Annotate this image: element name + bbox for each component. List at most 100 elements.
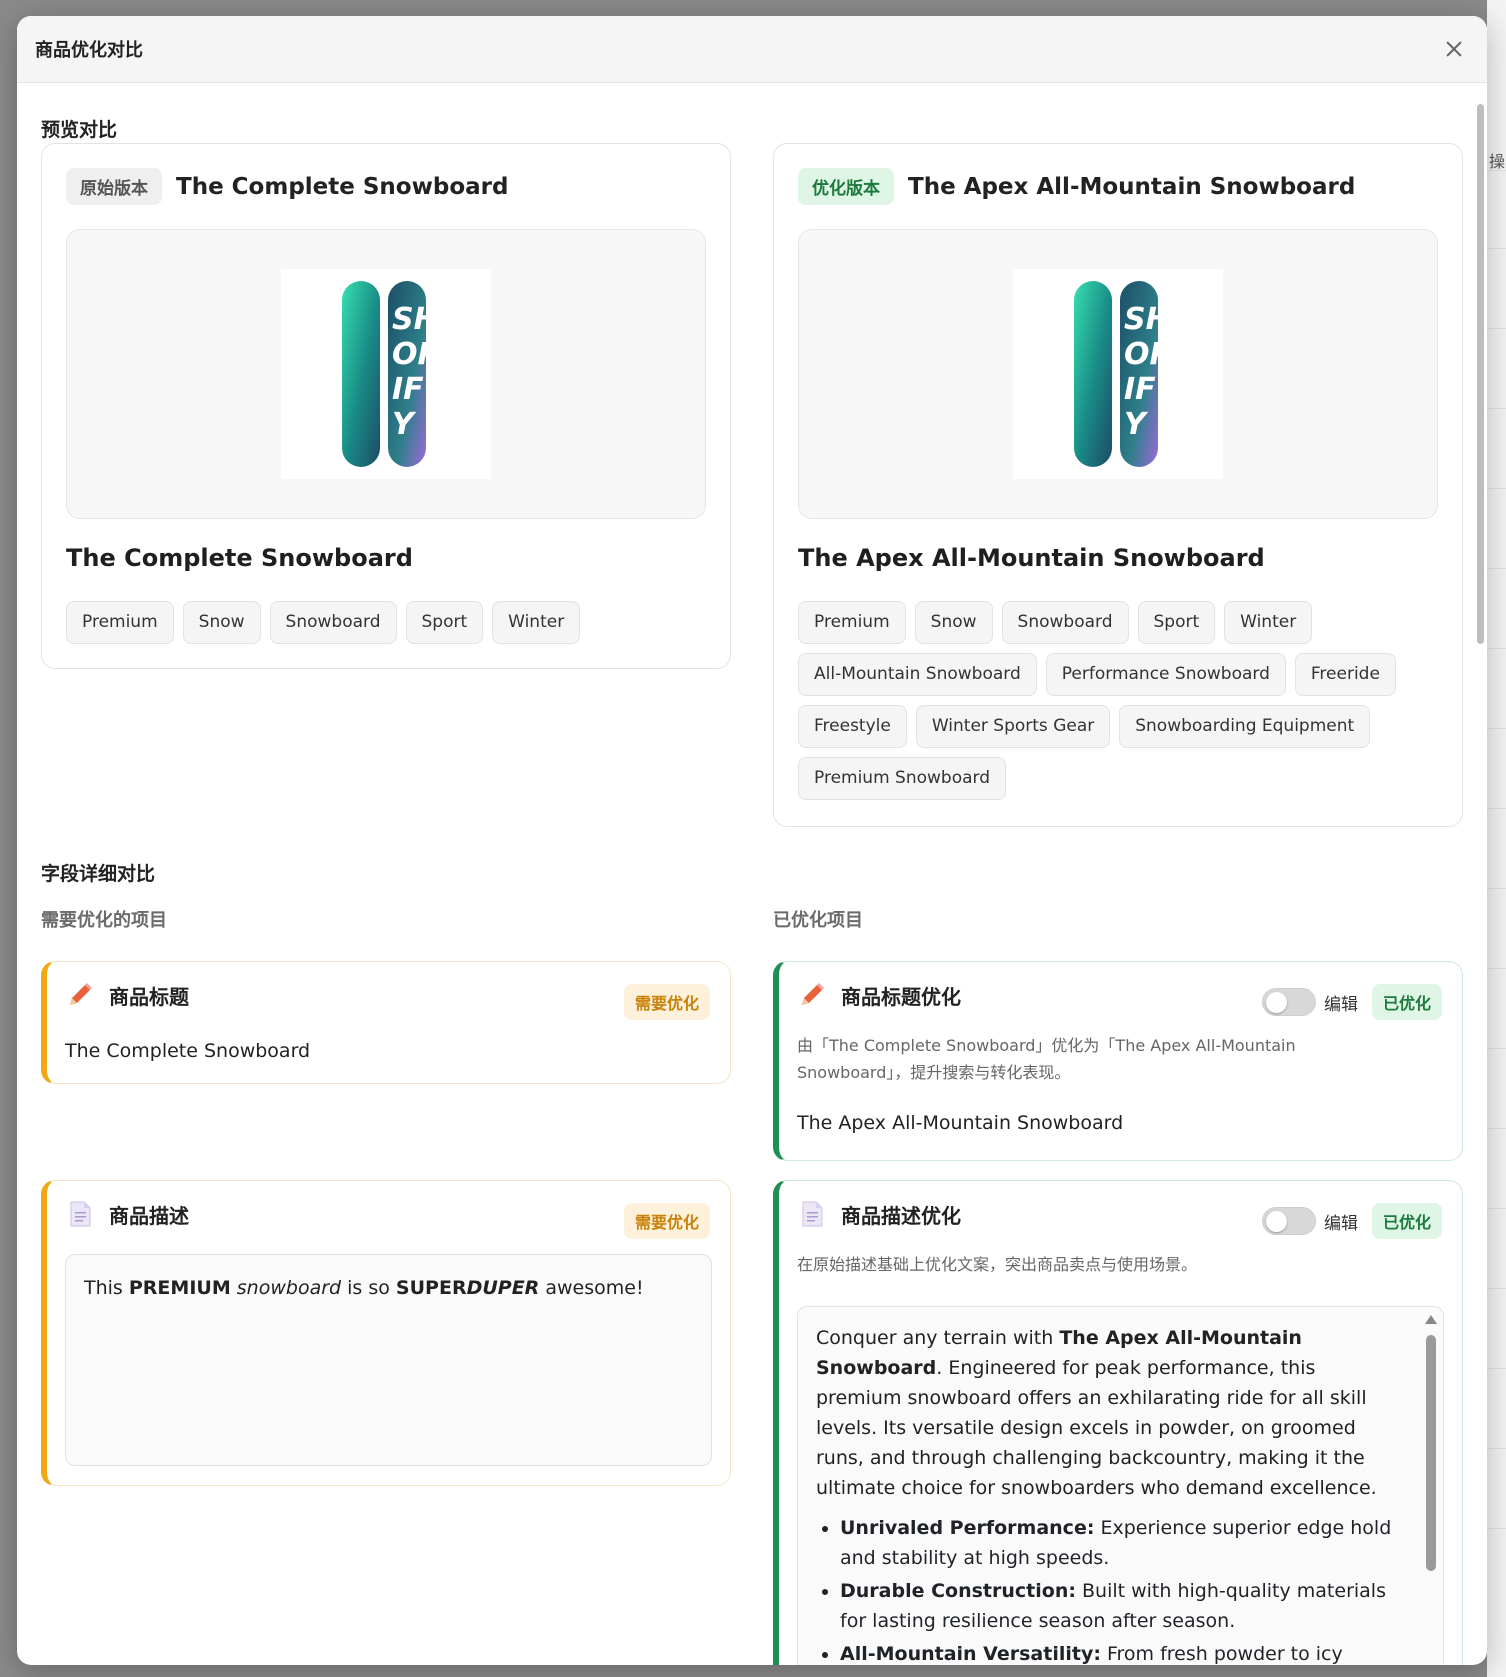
background-row-divider xyxy=(1487,1048,1506,1049)
feature-item: All-Mountain Versatility: From fresh pow… xyxy=(840,1639,1399,1665)
tag-chip: Premium Snowboard xyxy=(798,757,1007,800)
edit-toggle[interactable] xyxy=(1261,988,1316,1016)
desc-text-italic: snowboard xyxy=(236,1277,342,1299)
title-original-head: 商品标题 xyxy=(65,980,189,1010)
background-row-divider xyxy=(1487,170,1506,171)
optimized-image-frame: SH OP IF Y xyxy=(798,229,1438,519)
tag-chip: Snow xyxy=(182,601,261,644)
background-row-divider xyxy=(1487,1128,1506,1129)
desc-original-card: 商品描述 需要优化 This PREMIUM snowboard is so S… xyxy=(41,1180,731,1486)
tag-chip: Sport xyxy=(405,601,484,644)
optimized-tags: Premium Snow Snowboard Sport Winter All-Mount… xyxy=(798,601,1438,800)
background-row-divider xyxy=(1487,1528,1506,1529)
pencil-icon xyxy=(797,980,827,1010)
background-row-divider xyxy=(1487,1208,1506,1209)
needs-optimization-badge: 需要优化 xyxy=(623,984,710,1020)
preview-section-title: 预览对比 xyxy=(41,119,118,141)
title-original-value: The Complete Snowboard xyxy=(65,1040,311,1062)
feature-title: All-Mountain Versatility: xyxy=(840,1643,1101,1665)
background-row-divider xyxy=(1487,488,1506,489)
tag-chip: Sport xyxy=(1137,601,1216,644)
desc-optimized-box[interactable]: Conquer any terrain with The Apex All-Mo… xyxy=(797,1306,1444,1665)
background-column-header: 操 xyxy=(1489,152,1506,171)
original-tags: Premium Snow Snowboard Sport Winter xyxy=(66,601,706,644)
tag-chip: Snowboard xyxy=(269,601,397,644)
background-row-divider xyxy=(1487,1288,1506,1289)
desc-scrollbar[interactable] xyxy=(1423,1311,1439,1665)
title-optimized-head: 商品标题优化 xyxy=(797,980,961,1010)
desc-text-bold: PREMIUM xyxy=(128,1277,231,1299)
svg-text:SH: SH xyxy=(392,302,436,337)
desc-original-box: This PREMIUM snowboard is so SUPERDUPER … xyxy=(65,1254,712,1466)
desc-optimized-controls: 编辑 已优化 xyxy=(1261,1203,1442,1239)
svg-text:OP: OP xyxy=(1124,337,1168,372)
pencil-icon xyxy=(65,980,95,1010)
snowboard-image-graphic: SH OP IF Y xyxy=(342,281,436,467)
feature-title: Unrivaled Performance: xyxy=(840,1517,1095,1539)
svg-text:SH: SH xyxy=(1124,302,1168,337)
field-section-title: 字段详细对比 xyxy=(41,863,156,885)
tag-chip: Snowboard xyxy=(1001,601,1129,644)
background-row-divider xyxy=(1487,968,1506,969)
optimized-product-name: The Apex All-Mountain Snowboard xyxy=(798,544,1265,572)
original-card-head: 原始版本 The Complete Snowboard xyxy=(66,168,508,205)
feature-item: Durable Construction: Built with high-qu… xyxy=(840,1576,1399,1636)
modal-scrollbar-thumb[interactable] xyxy=(1477,104,1484,644)
background-row-divider xyxy=(1487,728,1506,729)
optimized-preview-card: 优化版本 The Apex All-Mountain Snowboard SH … xyxy=(773,143,1463,827)
svg-text:IF: IF xyxy=(1124,372,1156,407)
title-optimized-card: 商品标题优化 编辑 已优化 由「The Complete Snowboard」优… xyxy=(773,961,1463,1161)
tag-chip: Winter Sports Gear xyxy=(915,705,1111,748)
background-row-divider xyxy=(1487,328,1506,329)
snowboard-image: SH OP IF Y xyxy=(281,269,491,479)
tag-chip: Snowboarding Equipment xyxy=(1119,705,1371,748)
toggle-knob xyxy=(1265,1211,1287,1232)
compare-modal: 商品优化对比 预览对比 原始版本 The Complete Snowboard xyxy=(17,16,1487,1665)
svg-text:Y: Y xyxy=(392,407,417,442)
svg-text:OP: OP xyxy=(392,337,436,372)
background-row-divider xyxy=(1487,408,1506,409)
modal-header: 商品优化对比 xyxy=(17,16,1487,83)
tag-chip: Winter xyxy=(492,601,581,644)
svg-text:Y: Y xyxy=(1124,407,1149,442)
svg-text:IF: IF xyxy=(392,372,424,407)
edit-label: 编辑 xyxy=(1323,1213,1358,1234)
original-head-title: The Complete Snowboard xyxy=(176,173,509,200)
background-row-divider xyxy=(1487,568,1506,569)
document-icon xyxy=(797,1199,827,1229)
optimized-badge: 已优化 xyxy=(1371,1203,1442,1239)
desc-optimized-card: 商品描述优化 编辑 已优化 在原始描述基础上优化文案，突出商品卖点与使用场景。 … xyxy=(773,1180,1463,1665)
title-optimized-label: 商品标题优化 xyxy=(841,984,961,1009)
desc-optimized-head: 商品描述优化 xyxy=(797,1199,961,1229)
desc-original-text: This PREMIUM snowboard is so SUPERDUPER … xyxy=(84,1273,693,1303)
intro-text: Conquer any terrain with xyxy=(816,1327,1060,1349)
desc-original-head: 商品描述 xyxy=(65,1199,189,1229)
feature-list: Unrivaled Performance: Experience superi… xyxy=(816,1513,1399,1665)
edit-label: 编辑 xyxy=(1323,994,1358,1015)
title-optimized-value: The Apex All-Mountain Snowboard xyxy=(797,1112,1124,1134)
desc-text-part: is so xyxy=(341,1277,396,1299)
feature-item: Unrivaled Performance: Experience superi… xyxy=(840,1513,1399,1573)
desc-text-part: awesome! xyxy=(539,1277,644,1299)
desc-optimized-label: 商品描述优化 xyxy=(841,1203,961,1228)
optimized-version-badge: 优化版本 xyxy=(798,168,894,205)
desc-text-part: This xyxy=(84,1277,129,1299)
tag-chip: Premium xyxy=(66,601,174,644)
background-row-divider xyxy=(1487,1448,1506,1449)
background-row-divider xyxy=(1487,248,1506,249)
tag-chip: All-Mountain Snowboard xyxy=(798,653,1037,696)
desc-text-bold-italic: DUPER xyxy=(466,1277,540,1299)
tag-chip: Snow xyxy=(914,601,993,644)
original-version-badge: 原始版本 xyxy=(66,168,162,205)
desc-scrollbar-thumb[interactable] xyxy=(1426,1335,1436,1571)
original-product-name: The Complete Snowboard xyxy=(66,544,413,572)
background-row-divider xyxy=(1487,808,1506,809)
tag-chip: Performance Snowboard xyxy=(1045,653,1286,696)
modal-scrollbar[interactable] xyxy=(1475,88,1485,1660)
title-optimized-controls: 编辑 已优化 xyxy=(1261,984,1442,1020)
snowboard-image-graphic: SH OP IF Y xyxy=(1074,281,1168,467)
title-original-card: 商品标题 需要优化 The Complete Snowboard xyxy=(41,961,731,1084)
close-icon[interactable] xyxy=(1439,34,1469,64)
scroll-up-arrow-icon[interactable] xyxy=(1425,1315,1437,1324)
edit-toggle[interactable] xyxy=(1261,1207,1316,1235)
